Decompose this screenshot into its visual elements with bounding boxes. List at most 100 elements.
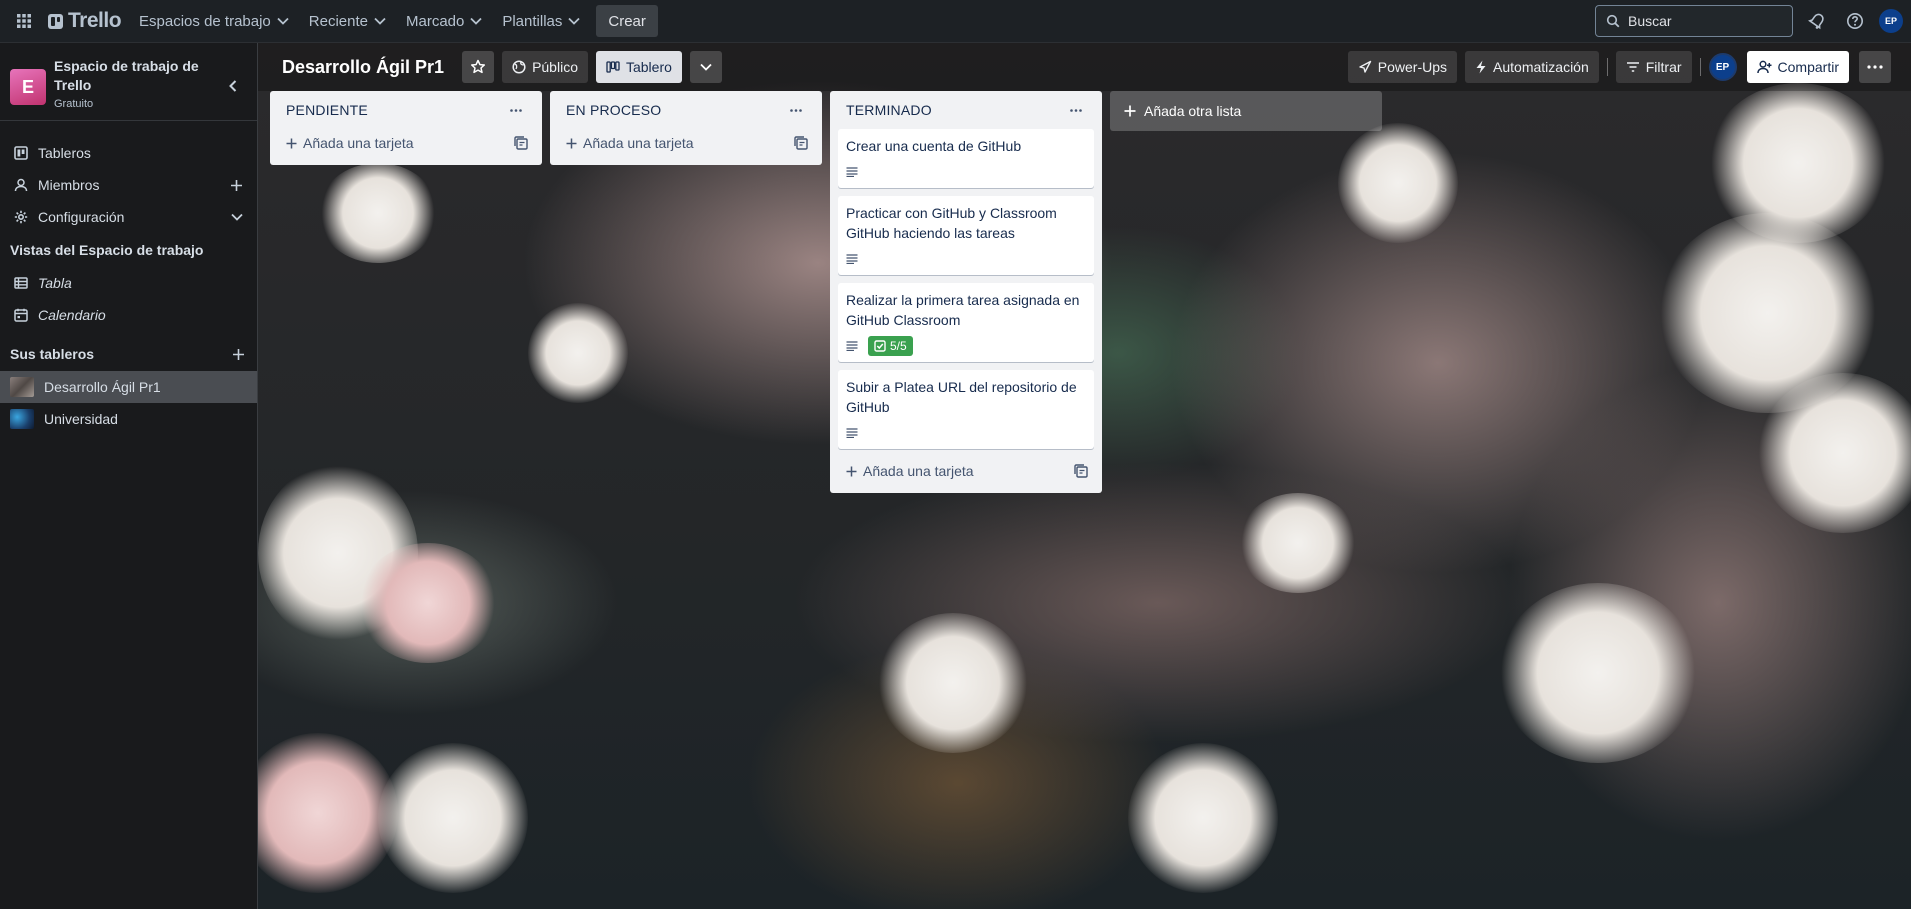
card-badges: 5/5 [846,336,1086,356]
workspace-info: Espacio de trabajo de Trello Gratuito [54,57,219,110]
workspaces-menu[interactable]: Espacios de trabajo [129,5,299,37]
add-card-button[interactable]: Añada una tarjeta [278,129,534,157]
list-title[interactable]: PENDIENTE [286,102,368,118]
blossom-decoration [1338,123,1458,243]
list-header: EN PROCESO [558,91,814,129]
add-card-label: Añada una tarjeta [583,135,694,151]
share-label: Compartir [1777,59,1839,75]
automation-button[interactable]: Automatización [1465,51,1599,83]
power-ups-button[interactable]: Power-Ups [1347,51,1458,83]
power-ups-label: Power-Ups [1377,59,1448,75]
checklist-count: 5/5 [890,339,907,353]
share-button[interactable]: Compartir [1746,51,1849,83]
header-divider [1606,58,1608,76]
topbar-right-group: Buscar EP [1595,5,1903,37]
plus-icon [566,138,577,148]
list-pendiente[interactable]: PENDIENTE Añada una tarjeta [270,91,542,165]
plus-icon [286,138,297,148]
sidebar-item-label: Tableros [38,145,91,161]
workspace-name[interactable]: Espacio de trabajo de Trello [54,57,219,95]
header-divider [1699,58,1701,76]
sidebar-item-calendar[interactable]: Calendario [0,299,257,331]
template-icon[interactable] [794,136,808,150]
workspace-header: E Espacio de trabajo de Trello Gratuito [0,43,257,121]
blossom-decoration [528,303,628,403]
sidebar-item-boards[interactable]: Tableros [0,137,257,169]
recent-menu[interactable]: Reciente [299,5,396,37]
board-header-actions: Power-Ups Automatización Filtrar EP Comp… [1347,51,1899,83]
filter-icon [1626,62,1639,72]
plus-icon[interactable] [232,348,245,361]
blossom-decoration [1128,743,1278,893]
description-icon [846,254,858,264]
sidebar-board-desarrollo[interactable]: Desarrollo Ágil Pr1 [0,371,257,403]
rocket-icon [1359,60,1371,73]
collapse-sidebar-button[interactable] [219,72,247,100]
trello-logo[interactable]: Trello [40,5,129,37]
gear-icon [14,210,28,224]
list-actions-button[interactable] [784,98,808,122]
template-icon[interactable] [514,136,528,150]
board-title[interactable]: Desarrollo Ágil Pr1 [282,57,444,78]
board-view-button[interactable]: Tablero [595,51,682,83]
card[interactable]: Practicar con GitHub y Classroom GitHub … [838,196,1094,275]
list-actions-button[interactable] [1064,98,1088,122]
add-card-button[interactable]: Añada una tarjeta [558,129,814,157]
list-terminado[interactable]: TERMINADO Crear una cuenta de GitHub Pra… [830,91,1102,493]
star-board-button[interactable] [462,51,495,83]
view-switcher-button[interactable] [689,51,722,83]
your-boards-heading: Sus tableros [0,337,257,371]
lightning-icon [1476,60,1486,74]
card-badges [846,423,1086,443]
your-boards-title: Sus tableros [10,346,95,362]
star-icon [471,59,486,74]
card[interactable]: Subir a Platea URL del repositorio de Gi… [838,370,1094,449]
add-list-button[interactable]: Añada otra lista [1110,91,1382,131]
add-card-button[interactable]: Añada una tarjeta [838,457,1094,485]
workspace-logo[interactable]: E [10,69,46,105]
create-button[interactable]: Crear [596,5,658,37]
card[interactable]: Crear una cuenta de GitHub [838,129,1094,188]
blossom-decoration [878,613,1028,753]
card-title: Practicar con GitHub y Classroom GitHub … [846,205,1057,241]
starred-menu[interactable]: Marcado [396,5,492,37]
sidebar-item-settings[interactable]: Configuración [0,201,257,233]
visibility-button[interactable]: Público [502,51,588,83]
plus-icon[interactable] [230,179,243,192]
list-title[interactable]: TERMINADO [846,102,932,118]
filter-button[interactable]: Filtrar [1615,51,1692,83]
sidebar-board-universidad[interactable]: Universidad [0,403,257,435]
more-horizontal-icon [510,108,522,112]
list-actions-button[interactable] [504,98,528,122]
top-navigation-bar: Trello Espacios de trabajo Reciente Marc… [0,0,1911,43]
blossom-decoration [318,163,438,263]
description-icon [846,428,858,438]
add-list-label: Añada otra lista [1144,103,1242,119]
grid-icon [17,14,31,28]
blossom-decoration [358,543,498,663]
list-header: TERMINADO [838,91,1094,129]
blossom-decoration [378,743,528,893]
checkbox-icon [874,340,886,352]
help-button[interactable] [1841,7,1869,35]
sidebar-item-table[interactable]: Tabla [0,267,257,299]
board-member-avatar[interactable]: EP [1708,53,1737,81]
search-input[interactable]: Buscar [1595,5,1793,37]
card[interactable]: Realizar la primera tarea asignada en Gi… [838,283,1094,362]
list-title[interactable]: EN PROCESO [566,102,661,118]
template-icon[interactable] [1074,464,1088,478]
card-title: Crear una cuenta de GitHub [846,138,1022,154]
app-switcher-button[interactable] [8,5,40,37]
templates-menu[interactable]: Plantillas [492,5,590,37]
sidebar-board-label: Universidad [44,411,118,427]
board-header: Desarrollo Ágil Pr1 Público Tablero Powe… [258,43,1911,91]
chevron-down-icon [374,17,386,25]
workspace-views-title: Vistas del Espacio de trabajo [10,242,204,258]
checklist-badge: 5/5 [868,336,913,356]
list-en-proceso[interactable]: EN PROCESO Añada una tarjeta [550,91,822,165]
board-view-label: Tablero [625,59,672,75]
sidebar-item-members[interactable]: Miembros [0,169,257,201]
notifications-button[interactable] [1803,7,1831,35]
board-menu-button[interactable] [1859,51,1891,83]
account-avatar[interactable]: EP [1879,9,1903,33]
